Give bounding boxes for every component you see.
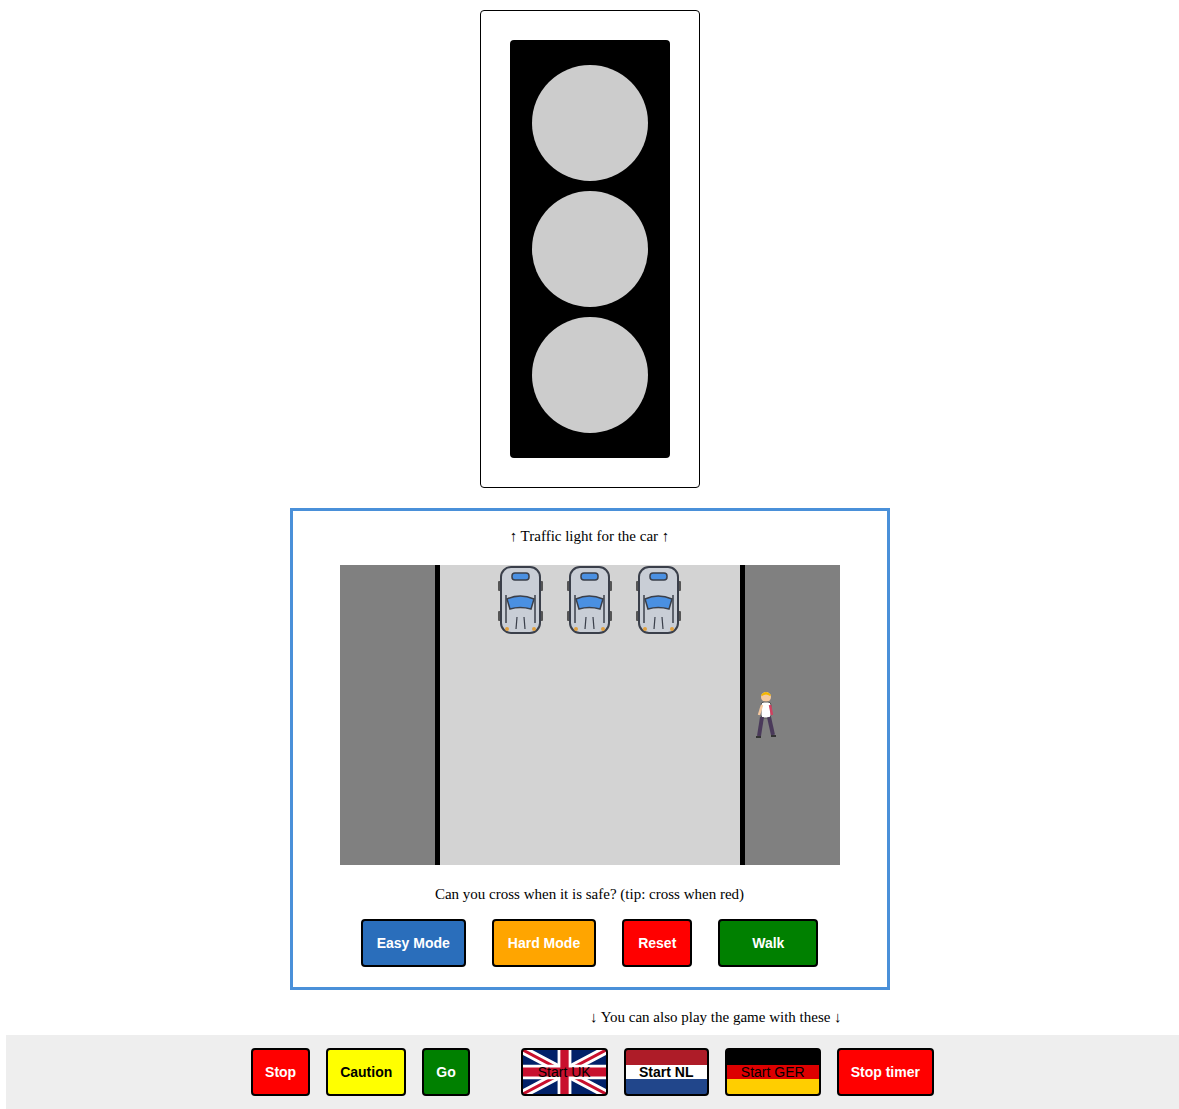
control-button[interactable]: Go (422, 1048, 469, 1096)
caption: ↑ Traffic light for the car ↑ (510, 526, 670, 546)
button-label: Go (436, 1064, 455, 1080)
light (532, 65, 648, 181)
button-label: Start NL (639, 1064, 693, 1080)
start-button[interactable]: Start NL (624, 1048, 709, 1096)
hard-mode-button[interactable]: Hard Mode (492, 919, 596, 967)
traffic-light (480, 10, 700, 488)
control-button[interactable]: Caution (326, 1048, 406, 1096)
start-button[interactable]: Start GER (725, 1048, 821, 1096)
walk-button[interactable]: Walk (718, 919, 818, 967)
start-button[interactable]: Start UK (521, 1048, 608, 1096)
reset-button[interactable]: Reset (622, 919, 692, 967)
button-label: Start UK (538, 1064, 591, 1080)
control-button[interactable]: Stop timer (837, 1048, 934, 1096)
light (532, 191, 648, 307)
hint: ↓ You can also play the game with these … (590, 1007, 1179, 1027)
pedestrian-icon (754, 690, 778, 740)
button-label: Stop timer (851, 1064, 920, 1080)
question: Can you cross when it is safe? (tip: cro… (435, 884, 744, 904)
button-label: Caution (340, 1064, 392, 1080)
button-label: Stop (265, 1064, 296, 1080)
button-label: Start GER (741, 1064, 805, 1080)
control-button[interactable]: Stop (251, 1048, 310, 1096)
light (532, 317, 648, 433)
road-scene (340, 565, 840, 865)
control-bar: Stop Caution Go Start UK Start NL Start GER St… (6, 1035, 1179, 1109)
car-icon (497, 565, 544, 635)
easy-mode-button[interactable]: Easy Mode (361, 919, 466, 967)
game-panel: ↑ Traffic light for the car ↑ Can you cr… (290, 508, 890, 990)
car-icon (635, 565, 682, 635)
car-icon (566, 565, 613, 635)
